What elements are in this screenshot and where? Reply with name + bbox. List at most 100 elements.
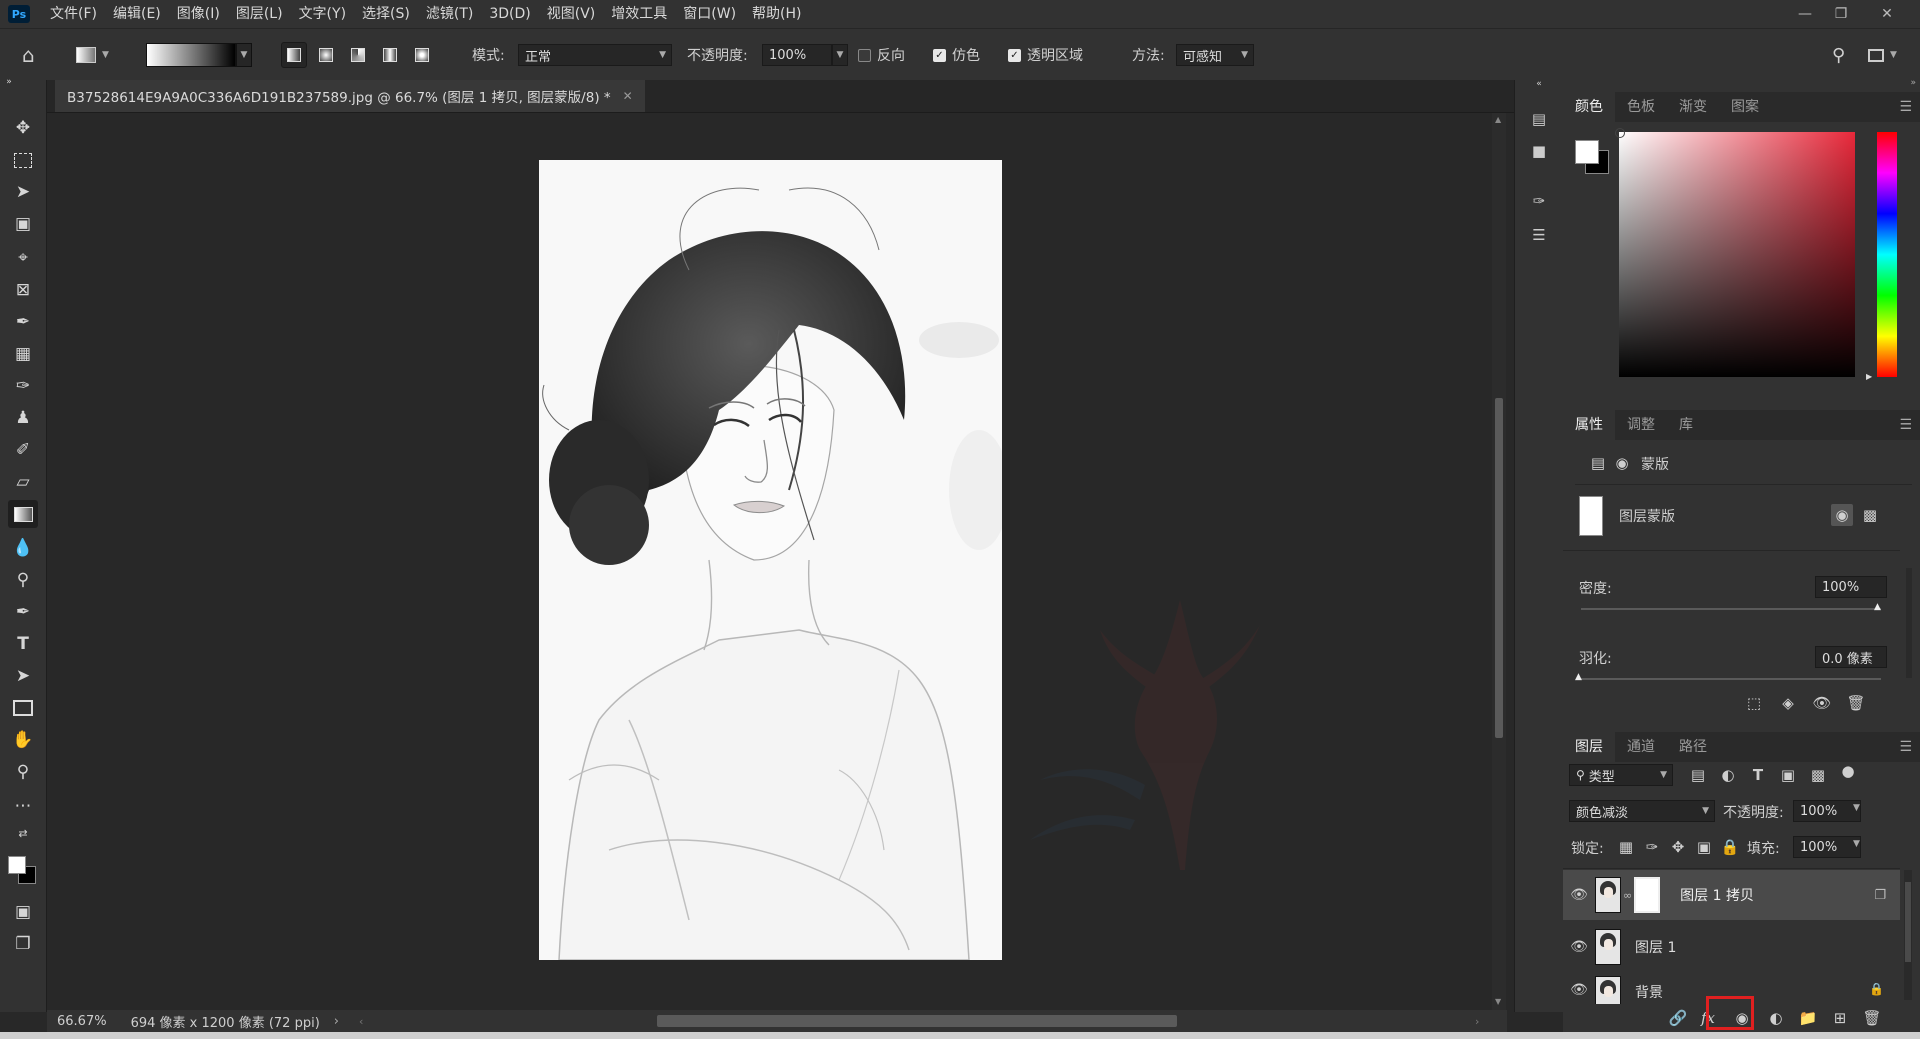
scroll-up-icon[interactable]: ▲ bbox=[1495, 115, 1501, 124]
tab-libraries[interactable]: 库 bbox=[1667, 410, 1705, 440]
properties-scrollbar[interactable] bbox=[1906, 568, 1912, 678]
hue-slider-handle[interactable]: ▶ bbox=[1866, 372, 1872, 381]
crop-tool-icon[interactable]: ⌖ bbox=[8, 244, 38, 272]
lasso-tool-icon[interactable]: ➤ bbox=[8, 178, 38, 206]
tab-swatches[interactable]: 色板 bbox=[1615, 92, 1667, 122]
hand-tool-icon[interactable]: ✋ bbox=[8, 726, 38, 754]
mode-select[interactable]: 正常 ▼ bbox=[518, 44, 672, 66]
filter-type-icon[interactable]: T bbox=[1747, 764, 1769, 786]
filter-smart-object-icon[interactable]: ▩ bbox=[1807, 764, 1829, 786]
history-icon[interactable]: ▤ bbox=[1527, 108, 1551, 130]
filter-adjustment-icon[interactable]: ◐ bbox=[1717, 764, 1739, 786]
path-selection-tool-icon[interactable]: ➤ bbox=[8, 662, 38, 690]
reverse-option[interactable]: 反向 bbox=[858, 29, 905, 81]
scroll-right-icon[interactable]: › bbox=[1475, 1015, 1479, 1028]
healing-brush-tool-icon[interactable]: ▦ bbox=[8, 340, 38, 368]
feather-slider[interactable] bbox=[1581, 678, 1881, 680]
menu-file[interactable]: 文件(F) bbox=[42, 0, 105, 28]
menu-edit[interactable]: 编辑(E) bbox=[105, 0, 169, 28]
layer-row[interactable]: 👁 图层 1 bbox=[1563, 922, 1900, 972]
foreground-color-swatch[interactable] bbox=[8, 856, 26, 874]
opacity-dropdown[interactable]: ▼ bbox=[832, 44, 848, 66]
tab-patterns[interactable]: 图案 bbox=[1719, 92, 1771, 122]
blend-mode-select[interactable]: 颜色减淡 ▼ bbox=[1569, 800, 1715, 822]
menu-select[interactable]: 选择(S) bbox=[354, 0, 418, 28]
visibility-eye-icon[interactable]: 👁 bbox=[1563, 982, 1595, 998]
layer-name[interactable]: 图层 1 bbox=[1635, 937, 1676, 957]
diamond-gradient-button[interactable] bbox=[409, 42, 435, 68]
radial-gradient-button[interactable] bbox=[313, 42, 339, 68]
method-select[interactable]: 可感知 ▼ bbox=[1176, 44, 1254, 66]
tab-color[interactable]: 颜色 bbox=[1563, 92, 1615, 122]
filter-shape-icon[interactable]: ▣ bbox=[1777, 764, 1799, 786]
density-slider[interactable] bbox=[1581, 608, 1881, 610]
scroll-down-icon[interactable]: ▼ bbox=[1495, 997, 1501, 1006]
dither-option[interactable]: ✓ 仿色 bbox=[933, 29, 980, 81]
panel-menu-icon[interactable]: ☰ bbox=[1899, 99, 1912, 115]
visibility-eye-icon[interactable]: 👁 bbox=[1563, 887, 1595, 903]
pixel-mask-icon[interactable]: ▤ bbox=[1587, 452, 1609, 474]
opacity-field[interactable]: 100% bbox=[762, 44, 832, 66]
gradient-picker[interactable]: ▼ bbox=[146, 29, 252, 81]
edit-toolbar-icon[interactable]: ⋯ bbox=[8, 792, 38, 820]
density-slider-handle[interactable]: ▲ bbox=[1874, 602, 1881, 612]
link-layers-icon[interactable]: 🔗 bbox=[1667, 1007, 1689, 1029]
transparency-checkbox[interactable]: ✓ bbox=[1008, 48, 1021, 62]
lock-image-icon[interactable]: ✑ bbox=[1641, 836, 1663, 858]
zoom-tool-icon[interactable]: ⚲ bbox=[8, 758, 38, 786]
lock-position-icon[interactable]: ✥ bbox=[1667, 836, 1689, 858]
layer-name[interactable]: 背景 bbox=[1635, 982, 1663, 1002]
delete-layer-icon[interactable]: 🗑 bbox=[1861, 1007, 1883, 1029]
mask-link-icon[interactable]: ∞ bbox=[1623, 889, 1632, 902]
color-picker-handle[interactable] bbox=[1615, 128, 1625, 138]
add-vector-mask-icon[interactable]: ▩ bbox=[1859, 504, 1881, 526]
lock-transparent-icon[interactable]: ▦ bbox=[1615, 836, 1637, 858]
collapse-toolbar-icon[interactable]: » bbox=[2, 76, 16, 88]
blur-tool-icon[interactable]: 💧 bbox=[8, 534, 38, 562]
object-selection-tool-icon[interactable]: ▣ bbox=[8, 210, 38, 238]
gradient-tool-icon[interactable] bbox=[8, 500, 38, 528]
menu-image[interactable]: 图像(I) bbox=[169, 0, 228, 28]
menu-layer[interactable]: 图层(L) bbox=[228, 0, 291, 28]
linear-gradient-button[interactable] bbox=[281, 42, 307, 68]
horizontal-scroll-thumb[interactable] bbox=[657, 1015, 1177, 1027]
workspace-switcher[interactable]: ▼ bbox=[1868, 29, 1897, 81]
marquee-tool-icon[interactable] bbox=[8, 146, 38, 174]
visibility-eye-icon[interactable]: 👁 bbox=[1563, 939, 1595, 955]
rectangle-tool-icon[interactable] bbox=[8, 694, 38, 722]
home-icon[interactable]: ⌂ bbox=[22, 29, 35, 81]
vector-mask-icon[interactable]: ◉ bbox=[1611, 452, 1633, 474]
restore-icon[interactable]: ❐ bbox=[1824, 0, 1858, 28]
filter-toggle-icon[interactable]: ● bbox=[1837, 760, 1859, 782]
select-mask-icon[interactable]: ◉ bbox=[1831, 504, 1853, 526]
lock-artboard-icon[interactable]: ▣ bbox=[1693, 836, 1715, 858]
visibility-eye-icon[interactable]: 👁 bbox=[1811, 692, 1833, 714]
angle-gradient-button[interactable] bbox=[345, 42, 371, 68]
comments-icon[interactable]: ■ bbox=[1527, 140, 1551, 162]
zoom-level[interactable]: 66.67% bbox=[57, 1014, 107, 1029]
color-picker-field[interactable] bbox=[1615, 128, 1855, 377]
feather-slider-handle[interactable]: ▲ bbox=[1575, 672, 1582, 682]
frame-tool-icon[interactable]: ⊠ bbox=[8, 276, 38, 304]
layer-filter-select[interactable]: ⚲ 类型 ▼ bbox=[1569, 764, 1673, 786]
search-icon[interactable]: ⚲ bbox=[1832, 29, 1845, 81]
hue-slider[interactable] bbox=[1877, 132, 1897, 377]
tab-channels[interactable]: 通道 bbox=[1615, 732, 1667, 762]
eyedropper-tool-icon[interactable]: ✒ bbox=[8, 308, 38, 336]
minimize-icon[interactable]: — bbox=[1788, 0, 1822, 28]
chevron-down-icon[interactable]: ▼ bbox=[1853, 839, 1860, 849]
new-group-icon[interactable]: 📁 bbox=[1797, 1007, 1819, 1029]
tool-preset-picker[interactable]: ▼ bbox=[76, 29, 109, 81]
chevron-down-icon[interactable]: ▼ bbox=[1853, 803, 1860, 813]
tab-adjustments[interactable]: 调整 bbox=[1615, 410, 1667, 440]
panel-menu-icon[interactable]: ☰ bbox=[1899, 417, 1912, 433]
new-adjustment-layer-icon[interactable]: ◐ bbox=[1765, 1007, 1787, 1029]
tab-paths[interactable]: 路径 bbox=[1667, 732, 1719, 762]
document-image[interactable] bbox=[539, 160, 1002, 960]
apply-mask-icon[interactable]: ◈ bbox=[1777, 692, 1799, 714]
brush-settings-icon[interactable]: ✑ bbox=[1527, 190, 1551, 212]
tab-gradients[interactable]: 渐变 bbox=[1667, 92, 1719, 122]
vertical-scrollbar[interactable]: ▲ ▼ bbox=[1492, 113, 1506, 1010]
layer-name[interactable]: 图层 1 拷贝 bbox=[1680, 885, 1754, 905]
layer-row[interactable]: 👁 ∞ 图层 1 拷贝 ❐ bbox=[1563, 870, 1900, 920]
